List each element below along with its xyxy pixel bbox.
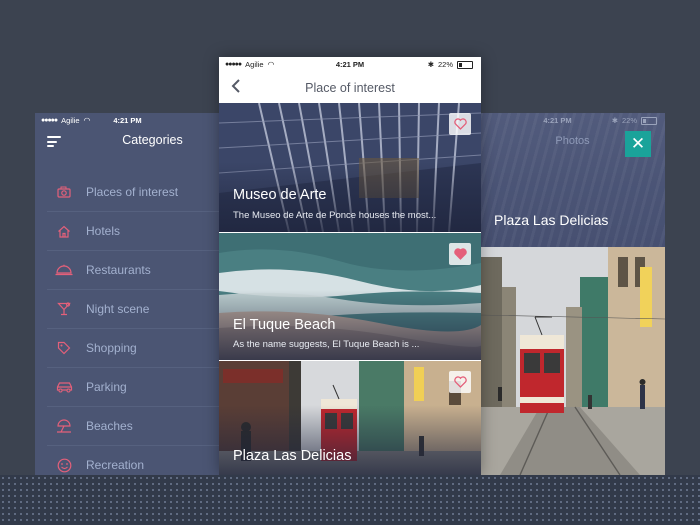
category-list: Places of interest Hotels Restaurants Ni… <box>47 173 220 475</box>
category-label: Beaches <box>86 419 133 433</box>
category-item-restaurants[interactable]: Restaurants <box>47 251 220 290</box>
favorite-button[interactable] <box>449 243 471 265</box>
nav-bar: Place of interest <box>219 72 481 104</box>
category-label: Hotels <box>86 224 121 238</box>
battery-icon <box>641 116 657 125</box>
photos-screen: 4:21 PM ✱ 22% Photos ✕ Plaza Las Delicia… <box>480 113 665 475</box>
battery-icon <box>457 60 473 69</box>
category-item-shopping[interactable]: Shopping <box>47 329 220 368</box>
heart-outline-icon <box>453 376 467 388</box>
place-card-el-tuque-beach[interactable]: El Tuque Beach As the name suggests, El … <box>219 233 481 360</box>
heart-outline-icon <box>453 118 467 130</box>
chevron-left-icon <box>231 79 240 93</box>
street-photo[interactable] <box>480 247 665 475</box>
bluetooth-icon: ✱ <box>611 116 618 125</box>
place-description: As the name suggests, El Tuque Beach is … <box>233 339 420 350</box>
tag-icon <box>53 341 75 355</box>
camera-icon <box>53 186 75 198</box>
category-item-beaches[interactable]: Beaches <box>47 407 220 446</box>
battery-percent: 22% <box>621 116 637 125</box>
status-time: 4:21 PM <box>113 116 142 125</box>
battery-percent: 22% <box>437 60 453 69</box>
place-description: The Museo de Arte de Ponce houses the mo… <box>233 210 437 221</box>
status-bar: ●●●●● Agilie ◠ 4:21 PM ✱ 22% <box>219 57 481 71</box>
place-name: Museo de Arte <box>233 187 327 203</box>
category-label: Night scene <box>86 302 150 316</box>
bluetooth-icon: ✱ <box>427 60 434 69</box>
back-button[interactable] <box>231 78 243 96</box>
status-bar: ●●●●● Agilie ◠ 4:21 PM <box>35 113 220 129</box>
place-of-interest-screen: ●●●●● Agilie ◠ 4:21 PM ✱ 22% Place of in… <box>219 57 481 475</box>
heart-filled-icon <box>453 248 467 260</box>
category-item-night-scene[interactable]: Night scene <box>47 290 220 329</box>
category-item-parking[interactable]: Parking <box>47 368 220 407</box>
category-label: Recreation <box>86 458 145 472</box>
category-item-places-of-interest[interactable]: Places of interest <box>47 173 220 212</box>
close-button[interactable]: ✕ <box>625 131 651 157</box>
place-card-plaza-las-delicias[interactable]: Plaza Las Delicias <box>219 361 481 475</box>
categories-screen: ●●●●● Agilie ◠ 4:21 PM Categories Places… <box>35 113 220 475</box>
place-name: Plaza Las Delicias <box>233 448 352 464</box>
card-gradient <box>219 405 481 475</box>
house-icon <box>53 225 75 238</box>
category-item-hotels[interactable]: Hotels <box>47 212 220 251</box>
place-name: El Tuque Beach <box>233 317 336 333</box>
cloche-icon <box>53 264 75 276</box>
close-icon: ✕ <box>630 134 646 153</box>
page-title: Place of interest <box>305 80 395 95</box>
umbrella-icon <box>53 419 75 433</box>
category-label: Shopping <box>86 341 137 355</box>
status-bar: 4:21 PM ✱ 22% <box>480 113 665 129</box>
place-card-museo-de-arte[interactable]: Museo de Arte The Museo de Arte de Ponce… <box>219 103 481 232</box>
category-label: Restaurants <box>86 263 151 277</box>
page-title: Categories <box>122 133 183 147</box>
favorite-button[interactable] <box>449 113 471 135</box>
category-item-recreation[interactable]: Recreation <box>47 446 220 475</box>
category-label: Parking <box>86 380 127 394</box>
cocktail-icon <box>53 302 75 316</box>
smile-icon <box>53 458 75 473</box>
favorite-button[interactable] <box>449 371 471 393</box>
category-label: Places of interest <box>86 185 179 199</box>
dotted-background-pattern <box>0 475 700 525</box>
car-icon <box>53 381 75 393</box>
place-name: Plaza Las Delicias <box>494 212 609 228</box>
